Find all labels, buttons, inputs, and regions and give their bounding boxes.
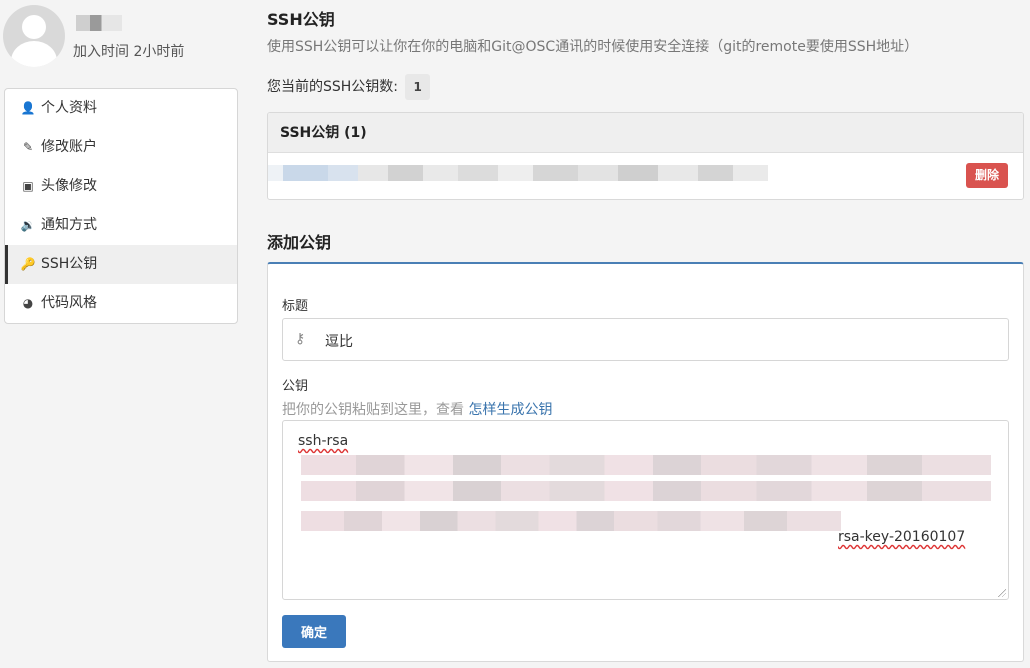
camera-icon: ▣ (22, 179, 34, 193)
menu-item-label: SSH公钥 (41, 256, 98, 272)
key-comment-text: rsa-key-20160107 (838, 529, 966, 545)
speaker-icon: 🔉 (20, 218, 36, 232)
key-body-redacted (301, 455, 991, 475)
ssh-key-row: 删除 (268, 153, 1023, 199)
key-body-redacted (301, 481, 991, 501)
menu-item-label: 修改账户 (41, 139, 97, 155)
ssh-count-label: 您当前的SSH公钥数: (267, 79, 399, 95)
ssh-description: 使用SSH公钥可以让你在你的电脑和Git@OSC通讯的时候使用安全连接（git的… (267, 39, 919, 55)
menu-item-ssh-keys[interactable]: 🔑 SSH公钥 (5, 245, 237, 284)
menu-item-code-style[interactable]: ◕ 代码风格 (5, 284, 237, 323)
ssh-key-panel-title: SSH公钥 (1) (268, 113, 1023, 153)
key-icon: ⚷ (295, 331, 306, 347)
key-body-redacted (301, 511, 841, 531)
key-field-label: 公钥 (282, 379, 309, 394)
menu-item-label: 个人资料 (41, 100, 97, 116)
key-icon: 🔑 (20, 257, 36, 271)
title-field-label: 标题 (282, 299, 309, 314)
user-icon: 👤 (20, 101, 36, 115)
public-key-textarea[interactable]: ssh-rsa rsa-key-20160107 (282, 420, 1009, 600)
join-time: 加入时间 2小时前 (73, 44, 185, 60)
ssh-key-fingerprint-redacted (268, 165, 768, 181)
add-key-form: 标题 ⚷ 逗比 公钥 把你的公钥粘贴到这里，查看 怎样生成公钥 ssh-rsa … (267, 262, 1024, 662)
user-name-redacted (76, 15, 122, 31)
how-to-generate-key-link[interactable]: 怎样生成公钥 (468, 402, 552, 418)
menu-item-profile[interactable]: 👤 个人资料 (5, 89, 237, 128)
gauge-icon: ◕ (22, 296, 34, 310)
key-hint-text: 把你的公钥粘贴到这里，查看 (282, 402, 464, 418)
avatar-head (22, 15, 46, 39)
key-title-input[interactable]: ⚷ 逗比 (282, 318, 1009, 361)
settings-menu: 👤 个人资料 ✎ 修改账户 ▣ 头像修改 🔉 通知方式 🔑 SSH公钥 ◕ 代码… (4, 88, 238, 324)
resize-handle[interactable] (998, 589, 1006, 597)
menu-item-label: 头像修改 (41, 178, 97, 194)
key-prefix-text: ssh-rsa (298, 433, 349, 449)
pencil-icon: ✎ (22, 140, 34, 154)
submit-button[interactable]: 确定 (282, 615, 346, 648)
avatar-body (11, 41, 57, 67)
key-hint: 把你的公钥粘贴到这里，查看 怎样生成公钥 (282, 399, 552, 419)
avatar[interactable] (3, 5, 65, 67)
menu-item-account[interactable]: ✎ 修改账户 (5, 128, 237, 167)
ssh-count-line: 您当前的SSH公钥数: 1 (267, 74, 430, 100)
menu-item-avatar[interactable]: ▣ 头像修改 (5, 167, 237, 206)
user-profile: 加入时间 2小时前 (3, 5, 238, 67)
delete-key-button[interactable]: 删除 (965, 163, 1008, 188)
ssh-count-badge: 1 (405, 74, 430, 100)
ssh-key-list-panel: SSH公钥 (1) 删除 (267, 112, 1024, 200)
menu-item-notifications[interactable]: 🔉 通知方式 (5, 206, 237, 245)
ssh-section-title: SSH公钥 (267, 10, 335, 29)
key-title-value: 逗比 (325, 334, 353, 350)
menu-item-label: 代码风格 (41, 295, 97, 311)
add-key-title: 添加公钥 (267, 233, 332, 252)
menu-item-label: 通知方式 (41, 217, 97, 233)
